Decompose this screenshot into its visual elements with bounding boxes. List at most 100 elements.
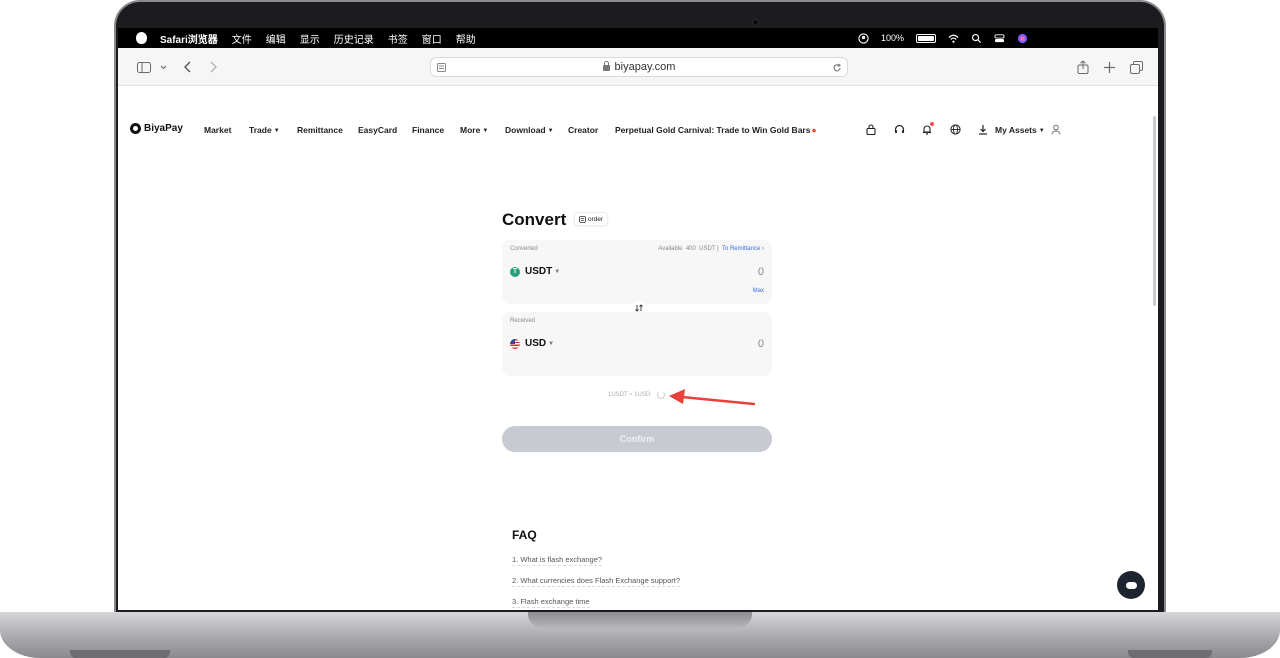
chevron-down-icon: ▼: [1038, 128, 1045, 134]
convert-title: Convert: [502, 210, 567, 229]
spotlight-search-icon[interactable]: [971, 33, 982, 44]
faq-item[interactable]: 2. What currencies does Flash Exchange s…: [512, 576, 681, 587]
nav-market[interactable]: Market: [204, 125, 231, 135]
biyapay-logo[interactable]: BiyaPay: [130, 123, 183, 134]
page-menu-icon[interactable]: [437, 63, 446, 72]
user-avatar-icon[interactable]: [1050, 123, 1062, 135]
confirm-button[interactable]: Confirm: [502, 426, 772, 452]
loading-spinner-icon: [657, 391, 665, 399]
max-button[interactable]: Max: [753, 288, 764, 294]
exchange-rate-text: 1USDT ≈ 1USD: [608, 392, 651, 398]
menu-window[interactable]: 窗口: [422, 31, 442, 46]
url-text: biyapay.com: [614, 61, 676, 73]
user-circle-icon[interactable]: [858, 32, 869, 44]
to-remittance-label: To Remittance: [721, 246, 761, 252]
converted-panel: Converted Available 400 USDT | To Remitt…: [502, 240, 772, 304]
chevron-down-icon: ▼: [554, 268, 561, 275]
nav-trade[interactable]: Trade ▼: [249, 125, 280, 135]
reload-icon[interactable]: [832, 63, 842, 73]
control-center-icon[interactable]: [994, 33, 1005, 44]
screen: Safari浏览器 文件 编辑 显示 历史记录 书签 窗口 帮助 100% bi…: [118, 28, 1158, 610]
chat-support-button[interactable]: [1117, 571, 1145, 599]
promo-text: Perpetual Gold Carnival: Trade to Win Go…: [615, 125, 811, 135]
chevron-down-icon: ▼: [547, 128, 554, 134]
notification-bell-icon[interactable]: [921, 122, 934, 135]
lock-icon: [602, 61, 610, 71]
available-balance: Available 400 USDT | To Remittance ›: [658, 246, 764, 252]
menu-edit[interactable]: 编辑: [266, 31, 286, 46]
available-unit: USDT: [699, 246, 716, 252]
nav-my-assets[interactable]: My Assets ▼: [995, 125, 1045, 135]
nav-more-label: More: [460, 125, 481, 135]
my-assets-label: My Assets: [995, 125, 1037, 135]
to-amount-value: 0: [757, 338, 764, 350]
share-icon[interactable]: [1076, 58, 1090, 76]
from-amount-input[interactable]: 0: [758, 266, 764, 278]
site-navbar: BiyaPay Market Trade ▼ Remittance EasyCar…: [118, 120, 1158, 140]
logo-text: BiyaPay: [144, 123, 183, 134]
battery-percent: 100%: [880, 33, 904, 43]
faq-item[interactable]: 1. What is flash exchange?: [512, 555, 603, 566]
chevron-down-icon: ▼: [273, 128, 280, 134]
lock-icon[interactable]: [865, 123, 877, 135]
laptop-hinge-groove: [528, 612, 752, 628]
order-label: order: [588, 215, 604, 223]
sidebar-toggle-icon[interactable]: [136, 58, 152, 76]
biyapay-logo-icon: [130, 123, 141, 134]
usdt-tether-icon: T: [510, 266, 520, 277]
menu-help[interactable]: 帮助: [456, 31, 476, 46]
apple-icon[interactable]: [136, 32, 147, 44]
nav-remittance[interactable]: Remittance: [297, 125, 343, 135]
to-remittance-link[interactable]: To Remittance ›: [722, 246, 764, 252]
tab-overview-icon[interactable]: [1128, 58, 1144, 76]
address-bar[interactable]: biyapay.com: [430, 57, 848, 77]
macos-menubar: Safari浏览器 文件 编辑 显示 历史记录 书签 窗口 帮助 100%: [118, 28, 1158, 48]
to-currency-label: USD: [525, 338, 547, 349]
nav-more[interactable]: More ▼: [460, 125, 488, 135]
page-scrollbar[interactable]: [1153, 116, 1156, 306]
faq-title: FAQ: [512, 528, 537, 542]
faq-item[interactable]: 3. Flash exchange time: [512, 597, 590, 608]
menu-app-name[interactable]: Safari浏览器: [160, 31, 218, 46]
us-flag-icon: [510, 338, 520, 349]
laptop-foot-right: [1128, 650, 1212, 658]
menu-file[interactable]: 文件: [232, 31, 252, 46]
order-button[interactable]: order: [574, 212, 609, 226]
menu-history[interactable]: 历史记录: [334, 31, 374, 46]
nav-easycard[interactable]: EasyCard: [358, 125, 397, 135]
nav-creator[interactable]: Creator: [568, 125, 598, 135]
chevron-down-icon: ▼: [548, 340, 555, 347]
customer-service-headset-icon[interactable]: [893, 123, 905, 135]
menu-bookmarks[interactable]: 书签: [388, 31, 408, 46]
nav-download-label: Download: [505, 125, 546, 135]
forward-icon[interactable]: [207, 58, 219, 76]
converted-label: Converted: [510, 246, 538, 252]
from-currency-label: USDT: [525, 266, 553, 277]
nav-trade-label: Trade: [249, 125, 272, 135]
to-currency-select[interactable]: USD ▼: [510, 338, 554, 349]
received-label: Received: [510, 318, 536, 324]
chevron-right-icon: ›: [760, 246, 764, 252]
wifi-icon[interactable]: [948, 33, 959, 44]
nav-download[interactable]: Download ▼: [505, 125, 554, 135]
siri-icon[interactable]: [1017, 33, 1028, 44]
nav-promo-gold-carnival[interactable]: Perpetual Gold Carnival: Trade to Win Go…: [615, 125, 817, 135]
received-panel: Received USD ▼ 0: [502, 312, 772, 376]
order-icon: [579, 215, 586, 223]
globe-language-icon[interactable]: [949, 123, 961, 135]
available-prefix: Available: [658, 246, 683, 252]
safari-toolbar: biyapay.com: [118, 48, 1158, 86]
notification-badge: [930, 122, 934, 126]
annotation-red-arrow: [669, 389, 756, 406]
battery-icon[interactable]: [916, 33, 936, 43]
from-currency-select[interactable]: T USDT ▼: [510, 266, 560, 277]
web-page: BiyaPay Market Trade ▼ Remittance EasyCar…: [118, 86, 1158, 610]
download-icon[interactable]: [977, 123, 989, 135]
new-tab-icon[interactable]: [1102, 58, 1116, 76]
menu-view[interactable]: 显示: [300, 31, 320, 46]
chevron-down-icon[interactable]: [158, 58, 168, 76]
fire-icon: ●: [811, 125, 817, 135]
back-icon[interactable]: [181, 58, 193, 76]
nav-finance[interactable]: Finance: [412, 125, 444, 135]
laptop-foot-left: [70, 650, 170, 658]
